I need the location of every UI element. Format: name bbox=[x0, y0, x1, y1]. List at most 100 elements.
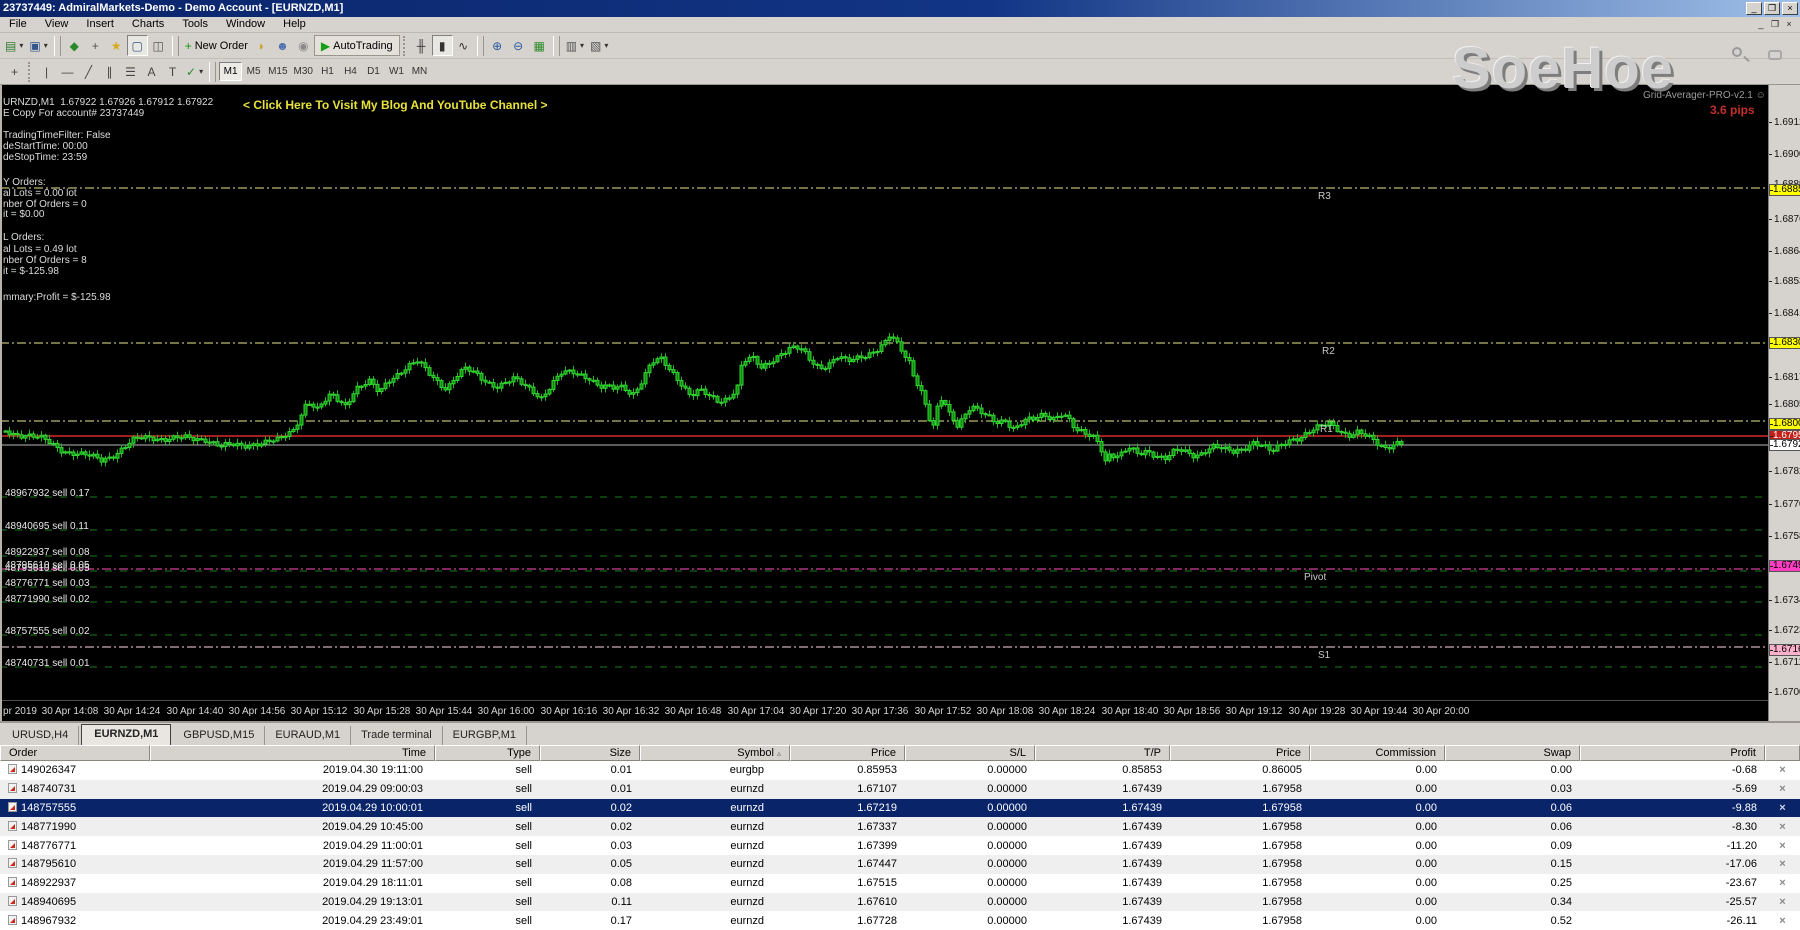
child-window-controls[interactable]: _❒× bbox=[1754, 18, 1796, 30]
trendline-icon[interactable]: ╱ bbox=[78, 61, 99, 82]
child-close-icon[interactable]: × bbox=[1782, 19, 1796, 29]
order-row[interactable]: 1487956102019.04.29 11:57:00sell0.05eurn… bbox=[0, 855, 1800, 874]
timeframe-mn[interactable]: MN bbox=[408, 62, 431, 81]
expert-advisor-icon[interactable]: ◗ bbox=[251, 35, 272, 56]
navigator-icon[interactable]: + bbox=[85, 35, 106, 56]
order-id-cell: 148771990 bbox=[0, 821, 150, 833]
tab-trade-terminal[interactable]: Trade terminal bbox=[351, 726, 443, 745]
order-row[interactable]: 1487407312019.04.29 09:00:03sell0.01eurn… bbox=[0, 780, 1800, 799]
chart-window-icon[interactable]: ▢ bbox=[127, 35, 148, 56]
minimize-button[interactable]: _ bbox=[1746, 2, 1762, 15]
close-order-button[interactable]: × bbox=[1779, 877, 1785, 889]
close-order-button[interactable]: × bbox=[1779, 858, 1785, 870]
fibonacci-icon[interactable]: ☰ bbox=[120, 61, 141, 82]
tab-eurgbp-m1[interactable]: EURGBP,M1 bbox=[443, 726, 527, 745]
autotrading-button[interactable]: ▶AutoTrading bbox=[314, 35, 400, 56]
column-header-profit[interactable]: Profit bbox=[1580, 745, 1765, 761]
menu-window[interactable]: Window bbox=[217, 17, 274, 31]
timeframe-h4[interactable]: H4 bbox=[339, 62, 362, 81]
chart-area[interactable]: R3R2R1PivotS148967932 sell 0.1748940695 … bbox=[0, 85, 1768, 721]
title-bar[interactable]: 23737449: AdmiralMarkets-Demo - Demo Acc… bbox=[0, 0, 1800, 17]
market-watch-icon[interactable]: ◆ bbox=[64, 35, 85, 56]
tab-urusd-h4[interactable]: URUSD,H4 bbox=[2, 726, 79, 745]
close-order-button[interactable]: × bbox=[1779, 783, 1785, 795]
timeframe-d1[interactable]: D1 bbox=[362, 62, 385, 81]
indicators-icon[interactable]: ▥▾ bbox=[563, 35, 587, 56]
column-header-size[interactable]: Size bbox=[540, 745, 640, 761]
tab-gbpusd-m15[interactable]: GBPUSD,M15 bbox=[173, 726, 265, 745]
restore-button[interactable]: ❒ bbox=[1764, 2, 1780, 15]
timeframe-w1[interactable]: W1 bbox=[385, 62, 408, 81]
menu-charts[interactable]: Charts bbox=[123, 17, 173, 31]
text-icon[interactable]: A bbox=[141, 61, 162, 82]
order-row[interactable]: 1489679322019.04.29 23:49:01sell0.17eurn… bbox=[0, 911, 1800, 930]
zoom-out-icon[interactable]: ⊖ bbox=[508, 35, 529, 56]
blog-link[interactable]: < Click Here To Visit My Blog And YouTub… bbox=[243, 98, 548, 112]
order-row[interactable]: 1489406952019.04.29 19:13:01sell0.11eurn… bbox=[0, 893, 1800, 912]
close-order-button[interactable]: × bbox=[1779, 821, 1785, 833]
favorites-icon[interactable]: ★ bbox=[106, 35, 127, 56]
price-axis[interactable]: 1.69121.69001.68891.68761.68641.68531.68… bbox=[1768, 85, 1800, 730]
chart-shift-icon[interactable]: ◫ bbox=[148, 35, 169, 56]
arrows-icon[interactable]: ✓▾ bbox=[183, 61, 206, 82]
order-row[interactable]: 1489229372019.04.29 18:11:01sell0.08eurn… bbox=[0, 874, 1800, 893]
column-header-time[interactable]: Time bbox=[150, 745, 435, 761]
close-button[interactable]: × bbox=[1782, 2, 1798, 15]
close-order-button[interactable]: × bbox=[1779, 915, 1785, 927]
orders-table-header[interactable]: OrderTimeTypeSizeSymbol▵PriceS/LT/PPrice… bbox=[0, 745, 1800, 761]
tile-windows-icon[interactable]: ▦ bbox=[529, 35, 550, 56]
zoom-in-icon[interactable]: ⊕ bbox=[487, 35, 508, 56]
timeframe-m5[interactable]: M5 bbox=[242, 62, 265, 81]
column-header-price[interactable]: Price bbox=[790, 745, 905, 761]
line-chart-icon[interactable]: ∿ bbox=[453, 35, 474, 56]
column-header-s-l[interactable]: S/L bbox=[905, 745, 1035, 761]
vertical-line-icon[interactable]: | bbox=[36, 61, 57, 82]
menu-file[interactable]: File bbox=[0, 17, 36, 31]
column-header-price[interactable]: Price bbox=[1170, 745, 1310, 761]
timeframe-m15[interactable]: M15 bbox=[265, 62, 290, 81]
order-row[interactable]: 1490263472019.04.30 19:11:00sell0.01eurg… bbox=[0, 761, 1800, 780]
new-chart-icon[interactable]: ▤▾ bbox=[2, 35, 26, 56]
menu-tools[interactable]: Tools bbox=[173, 17, 217, 31]
child-minimize-icon[interactable]: _ bbox=[1754, 19, 1768, 29]
order-cell-time: 2019.04.29 19:13:01 bbox=[150, 896, 435, 908]
order-row[interactable]: 1487575552019.04.29 10:00:01sell0.02eurn… bbox=[0, 799, 1800, 818]
menu-view[interactable]: View bbox=[36, 17, 78, 31]
channel-icon[interactable]: ∥ bbox=[99, 61, 120, 82]
column-header-t-p[interactable]: T/P bbox=[1035, 745, 1170, 761]
timeframe-m30[interactable]: M30 bbox=[291, 62, 316, 81]
timeframe-m1[interactable]: M1 bbox=[219, 62, 242, 81]
period-icon[interactable]: ▧▾ bbox=[587, 35, 611, 56]
order-cell-size: 0.08 bbox=[540, 877, 640, 889]
column-header-symbol[interactable]: Symbol▵ bbox=[640, 745, 790, 761]
candlestick-chart-icon[interactable]: ▮ bbox=[432, 35, 453, 56]
metaeditor-icon[interactable]: ☻ bbox=[272, 35, 293, 56]
close-order-button[interactable]: × bbox=[1779, 802, 1785, 814]
crosshair-icon[interactable]: + bbox=[4, 61, 25, 82]
tab-eurnzd-m1[interactable]: EURNZD,M1 bbox=[81, 724, 171, 745]
tab-euraud-m1[interactable]: EURAUD,M1 bbox=[265, 726, 351, 745]
column-header-commission[interactable]: Commission bbox=[1310, 745, 1445, 761]
toolbar-separator bbox=[54, 36, 61, 56]
menu-help[interactable]: Help bbox=[274, 17, 315, 31]
menu-insert[interactable]: Insert bbox=[77, 17, 123, 31]
close-order-button[interactable]: × bbox=[1779, 896, 1785, 908]
close-order-button[interactable]: × bbox=[1779, 840, 1785, 852]
window-tile-icon[interactable]: ▣▾ bbox=[26, 35, 50, 56]
timeframe-h1[interactable]: H1 bbox=[316, 62, 339, 81]
column-header-swap[interactable]: Swap bbox=[1445, 745, 1580, 761]
column-header-type[interactable]: Type bbox=[435, 745, 540, 761]
bar-chart-icon[interactable]: ╫ bbox=[411, 35, 432, 56]
horizontal-line-icon[interactable]: — bbox=[57, 61, 78, 82]
svg-text:30 Apr 17:36: 30 Apr 17:36 bbox=[852, 706, 909, 717]
label-icon[interactable]: T bbox=[162, 61, 183, 82]
column-header-order[interactable]: Order bbox=[0, 745, 150, 761]
order-row[interactable]: 1487719902019.04.29 10:45:00sell0.02eurn… bbox=[0, 817, 1800, 836]
new-order-button[interactable]: +New Order bbox=[182, 35, 251, 56]
close-order-button[interactable]: × bbox=[1779, 764, 1785, 776]
column-header-close[interactable] bbox=[1765, 745, 1800, 761]
child-restore-icon[interactable]: ❒ bbox=[1768, 19, 1782, 30]
order-row[interactable]: 1487767712019.04.29 11:00:01sell0.03eurn… bbox=[0, 836, 1800, 855]
order-cell-time: 2019.04.29 11:57:00 bbox=[150, 858, 435, 870]
signals-icon[interactable]: ◉ bbox=[293, 35, 314, 56]
